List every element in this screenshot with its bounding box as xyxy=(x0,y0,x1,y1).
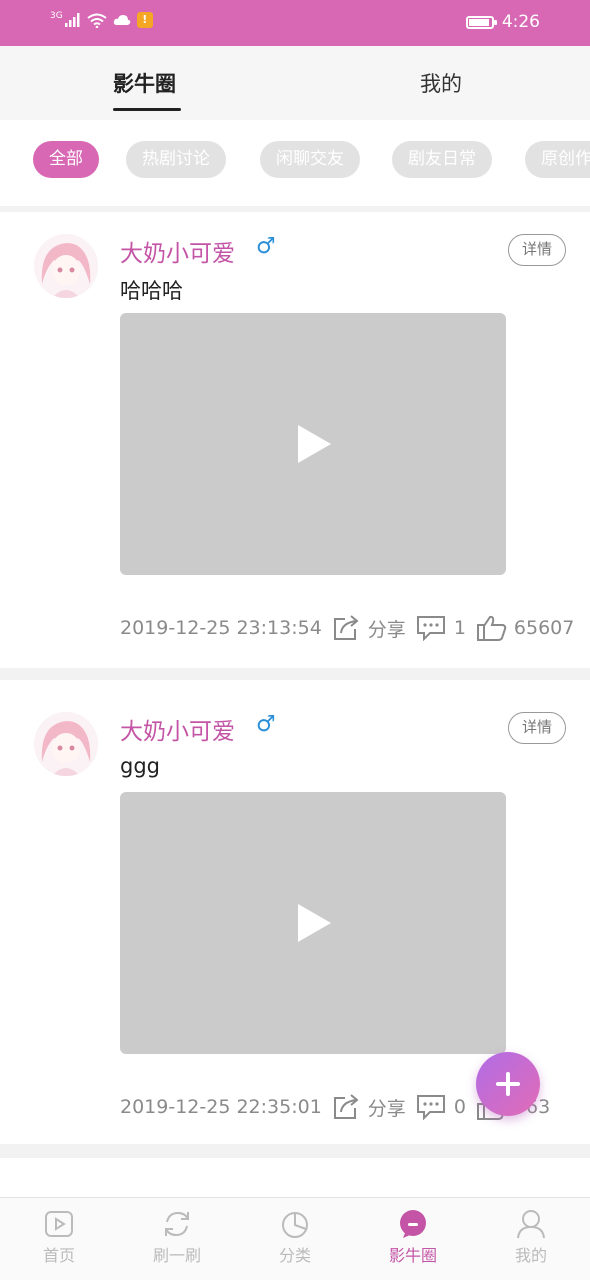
tab-yingniu-circle[interactable]: 影牛圈 xyxy=(113,68,176,98)
avatar[interactable] xyxy=(34,712,98,776)
signal-icon xyxy=(64,13,80,27)
detail-button[interactable]: 详情 xyxy=(508,234,566,266)
post-text: ggg xyxy=(120,754,160,778)
gender-male-icon: ♂ xyxy=(256,712,276,737)
pie-chart-icon xyxy=(282,1212,308,1238)
comment-count: 1 xyxy=(453,617,466,639)
battery-icon xyxy=(465,15,497,29)
nav-label-mine: 我的 xyxy=(514,1246,547,1265)
status-bar: 3G ! 4:26 xyxy=(0,0,590,46)
nav-label-swipe: 刷一刷 xyxy=(152,1246,201,1265)
share-label[interactable]: 分享 xyxy=(368,1094,406,1121)
network-type: 3G xyxy=(50,11,63,21)
filter-chip-chat[interactable]: 闲聊交友 xyxy=(260,141,360,178)
bottom-nav: 首页 刷一刷 分类 影牛圈 我的 xyxy=(0,1197,590,1280)
video-thumbnail[interactable] xyxy=(120,313,506,575)
active-tab-indicator xyxy=(113,108,181,111)
add-post-button[interactable] xyxy=(476,1052,540,1116)
cloud-icon xyxy=(113,15,130,25)
wifi-icon xyxy=(87,13,107,28)
nav-item-category[interactable]: 分类 xyxy=(250,1208,340,1266)
nav-item-home[interactable]: 首页 xyxy=(14,1208,104,1266)
post-card-next xyxy=(0,1158,590,1198)
nav-label-home: 首页 xyxy=(42,1246,75,1265)
filter-chip-original[interactable]: 原创作 xyxy=(525,141,590,178)
user-icon xyxy=(517,1210,545,1239)
refresh-icon xyxy=(165,1211,189,1237)
play-icon xyxy=(45,1211,73,1237)
comment-count: 0 xyxy=(453,1096,466,1118)
like-count: 65607 xyxy=(513,617,575,639)
post-meta: 2019-12-25 23:13:54 分享 1 65607 xyxy=(120,614,574,642)
username[interactable]: 大奶小可爱 xyxy=(120,234,235,268)
gender-male-icon: ♂ xyxy=(256,234,276,259)
category-filter-bar: 全部 热剧讨论 闲聊交友 剧友日常 原创作 xyxy=(0,120,590,206)
top-tab-bar: 影牛圈 我的 xyxy=(0,46,590,120)
play-icon[interactable] xyxy=(298,904,331,942)
chat-bubble-icon xyxy=(400,1210,426,1238)
video-thumbnail[interactable] xyxy=(120,792,506,1054)
detail-button[interactable]: 详情 xyxy=(508,712,566,744)
post-timestamp: 2019-12-25 23:13:54 xyxy=(120,617,322,639)
post-text: 哈哈哈 xyxy=(120,279,183,303)
clock: 4:26 xyxy=(501,12,540,32)
tab-mine[interactable]: 我的 xyxy=(420,68,462,98)
share-label[interactable]: 分享 xyxy=(368,615,406,642)
nav-label-circle: 影牛圈 xyxy=(388,1246,437,1265)
comment-icon[interactable] xyxy=(416,615,446,641)
username[interactable]: 大奶小可爱 xyxy=(120,712,235,746)
nav-label-category: 分类 xyxy=(278,1246,311,1265)
post-card: 大奶小可爱 ♂ 详情 哈哈哈 2019-12-25 23:13:54 分享 1 … xyxy=(0,212,590,668)
status-right: 4:26 xyxy=(465,12,540,32)
comment-icon[interactable] xyxy=(416,1094,446,1120)
share-icon[interactable] xyxy=(332,615,360,641)
avatar[interactable] xyxy=(34,234,98,298)
like-icon[interactable] xyxy=(476,614,508,642)
nav-item-swipe[interactable]: 刷一刷 xyxy=(132,1208,222,1266)
filter-chip-hot-drama[interactable]: 热剧讨论 xyxy=(126,141,226,178)
share-icon[interactable] xyxy=(332,1094,360,1120)
filter-chip-all[interactable]: 全部 xyxy=(33,141,99,178)
nav-item-mine[interactable]: 我的 xyxy=(486,1208,576,1266)
warning-icon: ! xyxy=(136,12,153,28)
nav-item-circle[interactable]: 影牛圈 xyxy=(368,1208,458,1266)
play-icon[interactable] xyxy=(298,425,331,463)
filter-chip-daily[interactable]: 剧友日常 xyxy=(392,141,492,178)
status-left: 3G ! xyxy=(50,11,153,28)
post-timestamp: 2019-12-25 22:35:01 xyxy=(120,1096,322,1118)
